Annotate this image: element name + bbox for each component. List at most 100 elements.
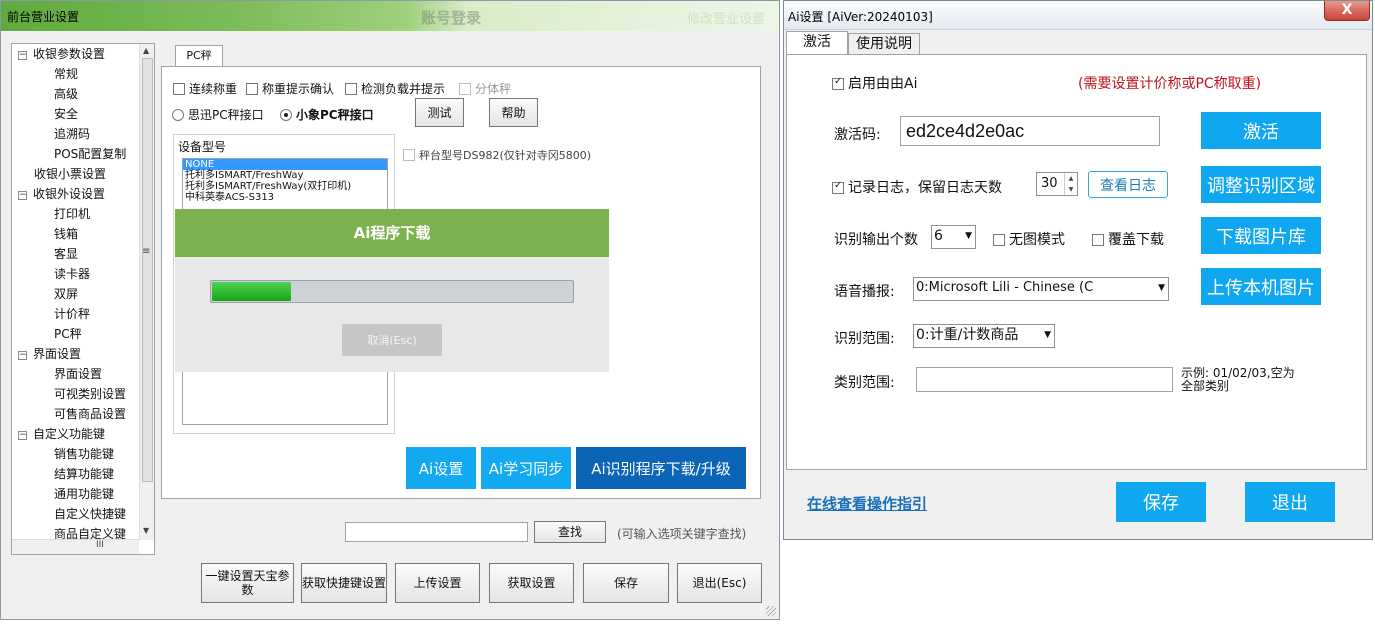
- tree-item[interactable]: 销售功能键: [54, 444, 114, 464]
- radio-sixun-interface[interactable]: 思迅PC秤接口: [172, 106, 264, 123]
- collapse-icon[interactable]: −: [18, 351, 27, 360]
- tree-item[interactable]: 结算功能键: [54, 464, 114, 484]
- tree-scrollbar-thumb[interactable]: [142, 58, 153, 482]
- ai-settings-button[interactable]: Ai设置: [406, 447, 476, 489]
- resize-grip-icon[interactable]: [766, 606, 776, 616]
- tree-item[interactable]: − 收银外设设置: [18, 184, 105, 204]
- overwrite-download-checkbox[interactable]: 覆盖下载: [1092, 229, 1164, 249]
- tree-item[interactable]: PC秤: [54, 324, 82, 344]
- tree-item[interactable]: 常规: [54, 64, 78, 84]
- ai-learning-sync-button[interactable]: Ai学习同步: [481, 447, 571, 489]
- online-guide-link[interactable]: 在线查看操作指引: [807, 493, 927, 514]
- chevron-down-icon[interactable]: ▼: [1158, 278, 1165, 298]
- list-item[interactable]: 中科英泰ACS-S313: [183, 192, 387, 203]
- tree-item[interactable]: 可视类别设置: [54, 384, 126, 404]
- upload-settings-button[interactable]: 上传设置: [395, 563, 480, 603]
- checkbox-icon[interactable]: [246, 83, 258, 95]
- list-item[interactable]: 托利多ISMART/FreshWay(双打印机): [183, 181, 387, 192]
- test-button[interactable]: 测试: [415, 98, 464, 127]
- get-settings-button[interactable]: 获取设置: [489, 563, 574, 603]
- tree-item[interactable]: 读卡器: [54, 264, 90, 284]
- tree-horizontal-scrollbar[interactable]: III: [12, 539, 139, 554]
- log-checkbox[interactable]: 记录日志，保留日志天数: [832, 177, 1002, 197]
- radio-xiaoxiang-interface[interactable]: 小象PC秤接口: [280, 106, 374, 123]
- list-item[interactable]: NONE: [183, 159, 387, 170]
- collapse-icon[interactable]: −: [18, 431, 27, 440]
- chevron-down-icon[interactable]: ▼: [965, 226, 972, 246]
- search-input[interactable]: [345, 522, 528, 542]
- spinner-arrows-icon[interactable]: ▲ ▼: [1064, 173, 1077, 195]
- checkbox-icon[interactable]: [173, 83, 185, 95]
- tianbao-setup-button[interactable]: 一键设置天宝参数: [201, 563, 294, 603]
- output-count-select[interactable]: 6 ▼: [931, 225, 976, 249]
- scroll-down-icon[interactable]: ▼: [143, 526, 149, 535]
- adjust-recognition-area-button[interactable]: 调整识别区域: [1201, 166, 1321, 203]
- chevron-down-icon[interactable]: ▼: [1044, 325, 1051, 345]
- checkbox-icon[interactable]: [832, 180, 844, 194]
- exit-button[interactable]: 退出: [1245, 482, 1335, 522]
- checkbox-icon[interactable]: [1092, 234, 1104, 246]
- tree-item[interactable]: − 自定义功能键: [18, 424, 105, 444]
- upload-local-images-button[interactable]: 上传本机图片: [1201, 268, 1321, 305]
- collapse-icon[interactable]: −: [18, 51, 27, 60]
- tree-item[interactable]: 高级: [54, 84, 78, 104]
- tree-item[interactable]: 计价秤: [54, 304, 90, 324]
- radio-icon[interactable]: [280, 109, 292, 121]
- download-image-library-button[interactable]: 下载图片库: [1201, 217, 1321, 254]
- category-range-field[interactable]: [916, 367, 1173, 392]
- view-log-button[interactable]: 查看日志: [1088, 171, 1168, 198]
- get-shortcut-settings-button[interactable]: 获取快捷键设置: [301, 563, 387, 603]
- checkbox-icon[interactable]: [459, 83, 471, 95]
- voice-select[interactable]: 0:Microsoft Lili - Chinese (C ▼: [913, 277, 1169, 301]
- checkbox-icon[interactable]: [403, 149, 415, 161]
- ds982-checkbox[interactable]: 秤台型号DS982(仅针对寺冈5800): [403, 147, 591, 163]
- list-item[interactable]: 托利多ISMART/FreshWay: [183, 170, 387, 181]
- save-button[interactable]: 保存: [1116, 482, 1206, 522]
- tree-item[interactable]: 钱箱: [54, 224, 78, 244]
- radio-icon[interactable]: [172, 109, 184, 121]
- tree-item[interactable]: 双屏: [54, 284, 78, 304]
- continuous-weigh-checkbox[interactable]: 连续称重: [173, 80, 237, 97]
- activation-code-field[interactable]: ed2ce4d2e0ac: [900, 116, 1160, 146]
- tree-item[interactable]: 通用功能键: [54, 484, 114, 504]
- tab-pc-scale[interactable]: PC秤: [175, 45, 223, 67]
- tree-scrollbar[interactable]: ▲ ≡ ▼: [139, 44, 154, 540]
- help-button[interactable]: 帮助: [489, 98, 538, 127]
- tree-item[interactable]: 可售商品设置: [54, 404, 126, 424]
- tree-item[interactable]: 追溯码: [54, 124, 90, 144]
- grip-icon: III: [96, 540, 104, 550]
- exit-button[interactable]: 退出(Esc): [677, 563, 762, 603]
- ai-program-download-button[interactable]: Ai识别程序下载/升级: [576, 447, 746, 489]
- enable-ai-checkbox[interactable]: 启用由由Ai: [832, 73, 917, 93]
- search-button[interactable]: 查找: [534, 521, 606, 543]
- example-line-2: 全部类别: [1181, 379, 1230, 393]
- tree-item[interactable]: 收银小票设置: [34, 164, 106, 184]
- activate-button[interactable]: 激活: [1201, 112, 1321, 149]
- tree-item[interactable]: − 界面设置: [18, 344, 81, 364]
- no-image-mode-checkbox[interactable]: 无图模式: [993, 229, 1065, 249]
- scroll-up-icon[interactable]: ▲: [143, 46, 149, 55]
- split-scale-checkbox[interactable]: 分体秤: [459, 80, 511, 97]
- checkbox-label: 覆盖下载: [1108, 232, 1164, 248]
- tree-item[interactable]: 自定义快捷键: [54, 504, 126, 524]
- weigh-confirm-checkbox[interactable]: 称重提示确认: [246, 80, 334, 97]
- checkbox-icon[interactable]: [832, 76, 844, 90]
- tab-instructions[interactable]: 使用说明: [848, 33, 920, 55]
- collapse-icon[interactable]: −: [18, 191, 27, 200]
- tree-item-label: 销售功能键: [54, 447, 115, 461]
- tab-activate[interactable]: 激活: [786, 31, 848, 55]
- save-button[interactable]: 保存: [583, 563, 669, 603]
- tree-item[interactable]: POS配置复制: [54, 144, 126, 164]
- detect-load-checkbox[interactable]: 检测负载并提示: [345, 80, 445, 97]
- log-days-spinner[interactable]: 30 ▲ ▼: [1036, 172, 1078, 196]
- tree-item[interactable]: 打印机: [54, 204, 90, 224]
- tree-item[interactable]: 界面设置: [54, 364, 102, 384]
- tree-item[interactable]: − 收银参数设置: [18, 44, 105, 64]
- checkbox-icon[interactable]: [993, 234, 1005, 246]
- cancel-download-button[interactable]: 取消(Esc): [342, 324, 442, 356]
- recognition-range-select[interactable]: 0:计重/计数商品 ▼: [913, 324, 1055, 348]
- close-icon[interactable]: X: [1324, 1, 1370, 21]
- tree-item[interactable]: 客显: [54, 244, 78, 264]
- tree-item[interactable]: 安全: [54, 104, 78, 124]
- checkbox-icon[interactable]: [345, 83, 357, 95]
